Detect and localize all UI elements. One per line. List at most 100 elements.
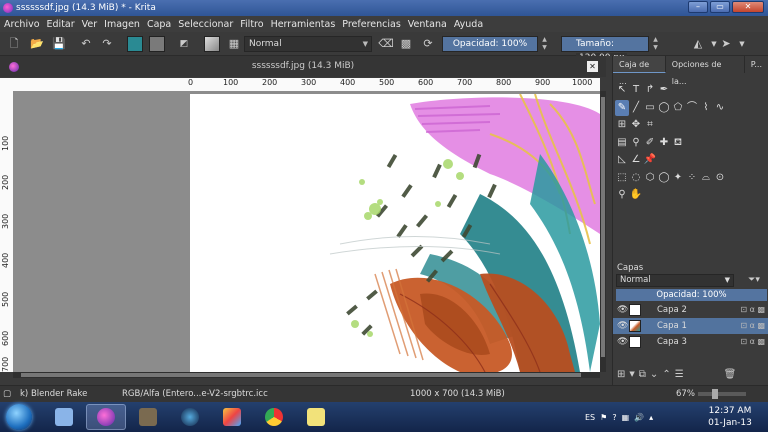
horizontal-scrollbar-thumb[interactable] bbox=[21, 373, 581, 377]
foreground-color-swatch[interactable] bbox=[127, 36, 143, 52]
eraser-mode-icon[interactable]: ⌫ bbox=[378, 36, 394, 52]
language-indicator[interactable]: ES bbox=[585, 413, 595, 422]
layer-properties-icon[interactable]: ☰ bbox=[675, 369, 684, 380]
menu-ayuda[interactable]: Ayuda bbox=[454, 19, 483, 30]
menu-imagen[interactable]: Imagen bbox=[104, 19, 140, 30]
menu-editar[interactable]: Editar bbox=[47, 19, 75, 30]
taskbar-gimp-app[interactable] bbox=[128, 404, 168, 430]
image-canvas[interactable] bbox=[190, 94, 600, 372]
redo-icon[interactable]: ↷ bbox=[99, 36, 115, 52]
menu-ver[interactable]: Ver bbox=[82, 19, 98, 30]
reference-tool-icon[interactable]: 📌 bbox=[643, 152, 657, 168]
assistant-tool-icon[interactable]: ◺ bbox=[615, 152, 629, 168]
similar-select-icon[interactable]: ⁘ bbox=[685, 170, 699, 186]
layer-row[interactable]: 👁 Capa 1 ⊡ α ▩ bbox=[613, 318, 768, 334]
smart-patch-icon[interactable]: ✚ bbox=[657, 135, 671, 151]
close-document-icon[interactable]: ✕ bbox=[587, 61, 598, 72]
document-tab[interactable]: ssssssdf.jpg (14.3 MiB) ✕ bbox=[0, 56, 606, 77]
background-color-swatch[interactable] bbox=[149, 36, 165, 52]
reload-preset-icon[interactable]: ⟳ bbox=[420, 36, 436, 52]
taskbar-chrome-app[interactable] bbox=[254, 404, 294, 430]
brush-opacity-slider[interactable]: Opacidad: 100% bbox=[442, 36, 538, 52]
visibility-eye-icon[interactable]: 👁 bbox=[617, 302, 628, 318]
tray-expand-icon[interactable]: ▴ bbox=[649, 413, 653, 422]
taskbar-krita-app[interactable] bbox=[86, 404, 126, 430]
zoom-slider-handle[interactable] bbox=[712, 389, 718, 399]
taskbar-paint-app[interactable] bbox=[212, 404, 252, 430]
color-swap-icon[interactable]: ◩ bbox=[176, 36, 192, 52]
add-layer-dropdown-icon[interactable]: ▼ bbox=[629, 370, 634, 378]
layer-opacity-slider[interactable]: Opacidad: 100% bbox=[616, 289, 767, 301]
delete-layer-icon[interactable]: 🗑 bbox=[724, 369, 737, 380]
move-layer-down-icon[interactable]: ⌄ bbox=[650, 369, 658, 380]
tray-network-icon[interactable]: ▦ bbox=[622, 413, 630, 422]
polyline-tool-icon[interactable]: ⌒ bbox=[685, 100, 699, 116]
calligraphy-icon[interactable]: ✒ bbox=[657, 82, 671, 98]
line-tool-icon[interactable]: ╱ bbox=[629, 100, 643, 116]
layer-flags-icon[interactable]: ⊡ α ▩ bbox=[740, 302, 765, 318]
opacity-spin-arrows[interactable]: ▲ ▼ bbox=[540, 36, 549, 52]
menu-herramientas[interactable]: Herramientas bbox=[271, 19, 336, 30]
freehand-select-icon[interactable]: ◯ bbox=[657, 170, 671, 186]
magnetic-select-icon[interactable]: ⊙ bbox=[713, 170, 727, 186]
vertical-scrollbar-thumb[interactable] bbox=[601, 97, 605, 357]
zoom-slider[interactable] bbox=[698, 392, 746, 396]
taskbar-keyboard-app[interactable] bbox=[44, 404, 84, 430]
gradient-icon[interactable] bbox=[204, 36, 220, 52]
tab-tool-options[interactable]: Opciones de la... bbox=[666, 56, 745, 86]
freehand-path-icon[interactable]: ∿ bbox=[713, 100, 727, 116]
measure-tool-icon[interactable]: ∠ bbox=[629, 152, 643, 168]
maximize-button[interactable]: ▭ bbox=[710, 1, 730, 13]
tray-help-icon[interactable]: ? bbox=[612, 413, 616, 422]
new-document-icon[interactable]: 🗋 bbox=[6, 36, 22, 52]
start-button[interactable] bbox=[6, 404, 32, 430]
menu-archivo[interactable]: Archivo bbox=[4, 19, 40, 30]
brush-blend-mode-select[interactable]: Normal ▼ bbox=[244, 36, 372, 52]
ellipse-tool-icon[interactable]: ◯ bbox=[657, 100, 671, 116]
move-tool-icon[interactable]: ✥ bbox=[629, 117, 643, 133]
gradient-tool-icon[interactable]: ▤ bbox=[615, 135, 629, 151]
alpha-lock-icon[interactable]: ▩ bbox=[398, 36, 414, 52]
transform-tool-icon[interactable]: ⊞ bbox=[615, 117, 629, 133]
mirror-v-dropdown-icon[interactable]: ▼ bbox=[734, 36, 750, 52]
taskbar-webcam-app[interactable] bbox=[170, 404, 210, 430]
layer-filter-icon[interactable]: ⏷▾ bbox=[741, 274, 767, 287]
crop-tool-icon[interactable]: ⌗ bbox=[643, 117, 657, 133]
layer-blend-mode-select[interactable]: Normal ▼ bbox=[616, 274, 734, 287]
taskbar-clock[interactable]: 12:37 AM 01-Jan-13 bbox=[700, 405, 760, 429]
pattern-icon[interactable]: ▦ bbox=[226, 36, 242, 52]
text-tool-icon[interactable]: T bbox=[629, 82, 643, 98]
tray-volume-icon[interactable]: 🔊 bbox=[634, 413, 644, 422]
rect-select-icon[interactable]: ⬚ bbox=[615, 170, 629, 186]
tab-toolbox[interactable]: Caja de ... bbox=[613, 56, 666, 86]
layer-row[interactable]: 👁 Capa 2 ⊡ α ▩ bbox=[613, 302, 768, 318]
duplicate-layer-icon[interactable]: ⧉ bbox=[639, 369, 646, 380]
bezier-tool-icon[interactable]: ⌇ bbox=[699, 100, 713, 116]
zoom-tool-icon[interactable]: ⚲ bbox=[615, 187, 629, 203]
open-document-icon[interactable]: 📂 bbox=[29, 36, 45, 52]
menu-capa[interactable]: Capa bbox=[147, 19, 171, 30]
polygon-select-icon[interactable]: ⬡ bbox=[643, 170, 657, 186]
tray-flag-icon[interactable]: ⚑ bbox=[600, 413, 607, 422]
undo-icon[interactable]: ↶ bbox=[78, 36, 94, 52]
mirror-horizontal-icon[interactable]: ◭ bbox=[690, 36, 706, 52]
bezier-select-icon[interactable]: ⌓ bbox=[699, 170, 713, 186]
layer-flags-icon[interactable]: ⊡ α ▩ bbox=[740, 318, 765, 334]
ellipse-select-icon[interactable]: ◌ bbox=[629, 170, 643, 186]
size-spin-arrows[interactable]: ▲ ▼ bbox=[651, 36, 660, 52]
freehand-brush-icon[interactable]: ✎ bbox=[615, 99, 629, 116]
visibility-eye-icon[interactable]: 👁 bbox=[617, 334, 628, 350]
select-shapes-icon[interactable]: ↖ bbox=[615, 82, 629, 98]
close-window-button[interactable]: ✕ bbox=[732, 1, 764, 13]
brush-preset-icon[interactable]: ▢ bbox=[3, 386, 11, 402]
horizontal-scrollbar[interactable] bbox=[13, 372, 600, 378]
contiguous-select-icon[interactable]: ✦ bbox=[671, 170, 685, 186]
move-layer-up-icon[interactable]: ⌃ bbox=[662, 369, 670, 380]
polygon-tool-icon[interactable]: ⬠ bbox=[671, 100, 685, 116]
minimize-button[interactable]: – bbox=[688, 1, 708, 13]
canvas-viewport[interactable] bbox=[13, 91, 600, 372]
vertical-ruler[interactable]: 100 200 300 400 500 600 700 bbox=[0, 91, 13, 372]
vertical-scrollbar[interactable] bbox=[600, 91, 606, 372]
pan-tool-icon[interactable]: ✋ bbox=[629, 187, 643, 203]
save-icon[interactable]: 💾 bbox=[51, 36, 67, 52]
